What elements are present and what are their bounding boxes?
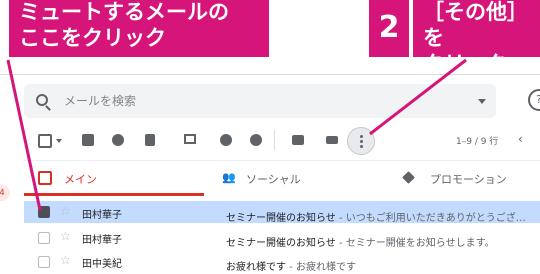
label-icon[interactable]: [326, 136, 338, 144]
callout-right-line1: ［その他］を: [423, 0, 528, 50]
instruction-callout-right: ［その他］を クリック: [410, 0, 540, 76]
toolbar-divider-bottom: [24, 160, 540, 161]
more-options-button[interactable]: [347, 127, 375, 155]
more-dot: [360, 135, 363, 138]
pagination-count: 1–9 / 9 行: [456, 137, 499, 147]
row-checkbox[interactable]: [38, 206, 50, 218]
search-icon[interactable]: [36, 94, 48, 106]
search-options-icon[interactable]: [478, 99, 486, 104]
row-checkbox[interactable]: [38, 256, 50, 268]
star-icon[interactable]: ☆: [60, 253, 71, 267]
archive-icon[interactable]: [82, 134, 94, 146]
mark-as-read-icon[interactable]: [184, 134, 196, 144]
email-sender: 田中美紀: [82, 259, 122, 270]
move-to-icon[interactable]: [292, 135, 304, 145]
unread-badge: 4: [0, 185, 10, 201]
step-number-badge: 2: [366, 0, 412, 60]
tab-main[interactable]: メイン: [64, 171, 97, 187]
select-menu-caret-icon[interactable]: [56, 139, 62, 143]
leader-line-left: [6, 59, 42, 211]
active-tab-indicator: [24, 193, 204, 196]
snooze-icon[interactable]: [220, 134, 232, 146]
callout-left-line2: ここをクリック: [19, 26, 166, 50]
chevron-left-icon[interactable]: ‹: [518, 132, 523, 146]
inbox-icon[interactable]: [38, 171, 52, 185]
tab-promotions[interactable]: プロモーション: [430, 171, 507, 187]
callout-left-line1: ミュートするメールの: [19, 0, 229, 24]
more-dot: [360, 145, 363, 148]
email-subject: セミナー開催のお知らせ: [226, 238, 336, 249]
email-preview: セミナー開催のお知らせ - いつもご利用いただきありがとうござ…: [226, 206, 526, 225]
email-sender: 田村華子: [82, 235, 122, 246]
help-icon[interactable]: ?: [528, 89, 540, 111]
email-snippet: - お疲れ様です: [286, 262, 356, 273]
row-checkbox[interactable]: [38, 232, 50, 244]
toolbar-divider: [274, 130, 275, 150]
star-icon[interactable]: ☆: [60, 204, 71, 218]
email-subject: お疲れ様です: [226, 262, 286, 273]
report-spam-icon[interactable]: [112, 134, 124, 146]
tag-icon[interactable]: [402, 171, 415, 184]
email-preview: お疲れ様です - お疲れ様です: [226, 255, 356, 274]
select-all-checkbox[interactable]: [38, 134, 52, 148]
search-input[interactable]: メールを検索: [64, 92, 136, 109]
email-snippet: - いつもご利用いただきありがとうござ…: [335, 213, 526, 224]
email-snippet: - セミナー開催をお知らせします。: [335, 238, 495, 249]
people-icon[interactable]: 👥: [222, 171, 236, 184]
delete-icon[interactable]: [145, 134, 155, 146]
tab-social[interactable]: ソーシャル: [246, 171, 301, 187]
star-icon[interactable]: ☆: [60, 229, 71, 243]
more-dot: [360, 140, 363, 143]
email-subject: セミナー開催のお知らせ: [226, 213, 336, 224]
email-sender: 田村華子: [82, 210, 122, 221]
header-divider: [0, 74, 540, 75]
instruction-callout-left: ミュートするメールの ここをクリック: [6, 0, 272, 60]
add-to-tasks-icon[interactable]: [250, 134, 262, 146]
email-preview: セミナー開催のお知らせ - セミナー開催をお知らせします。: [226, 231, 495, 250]
